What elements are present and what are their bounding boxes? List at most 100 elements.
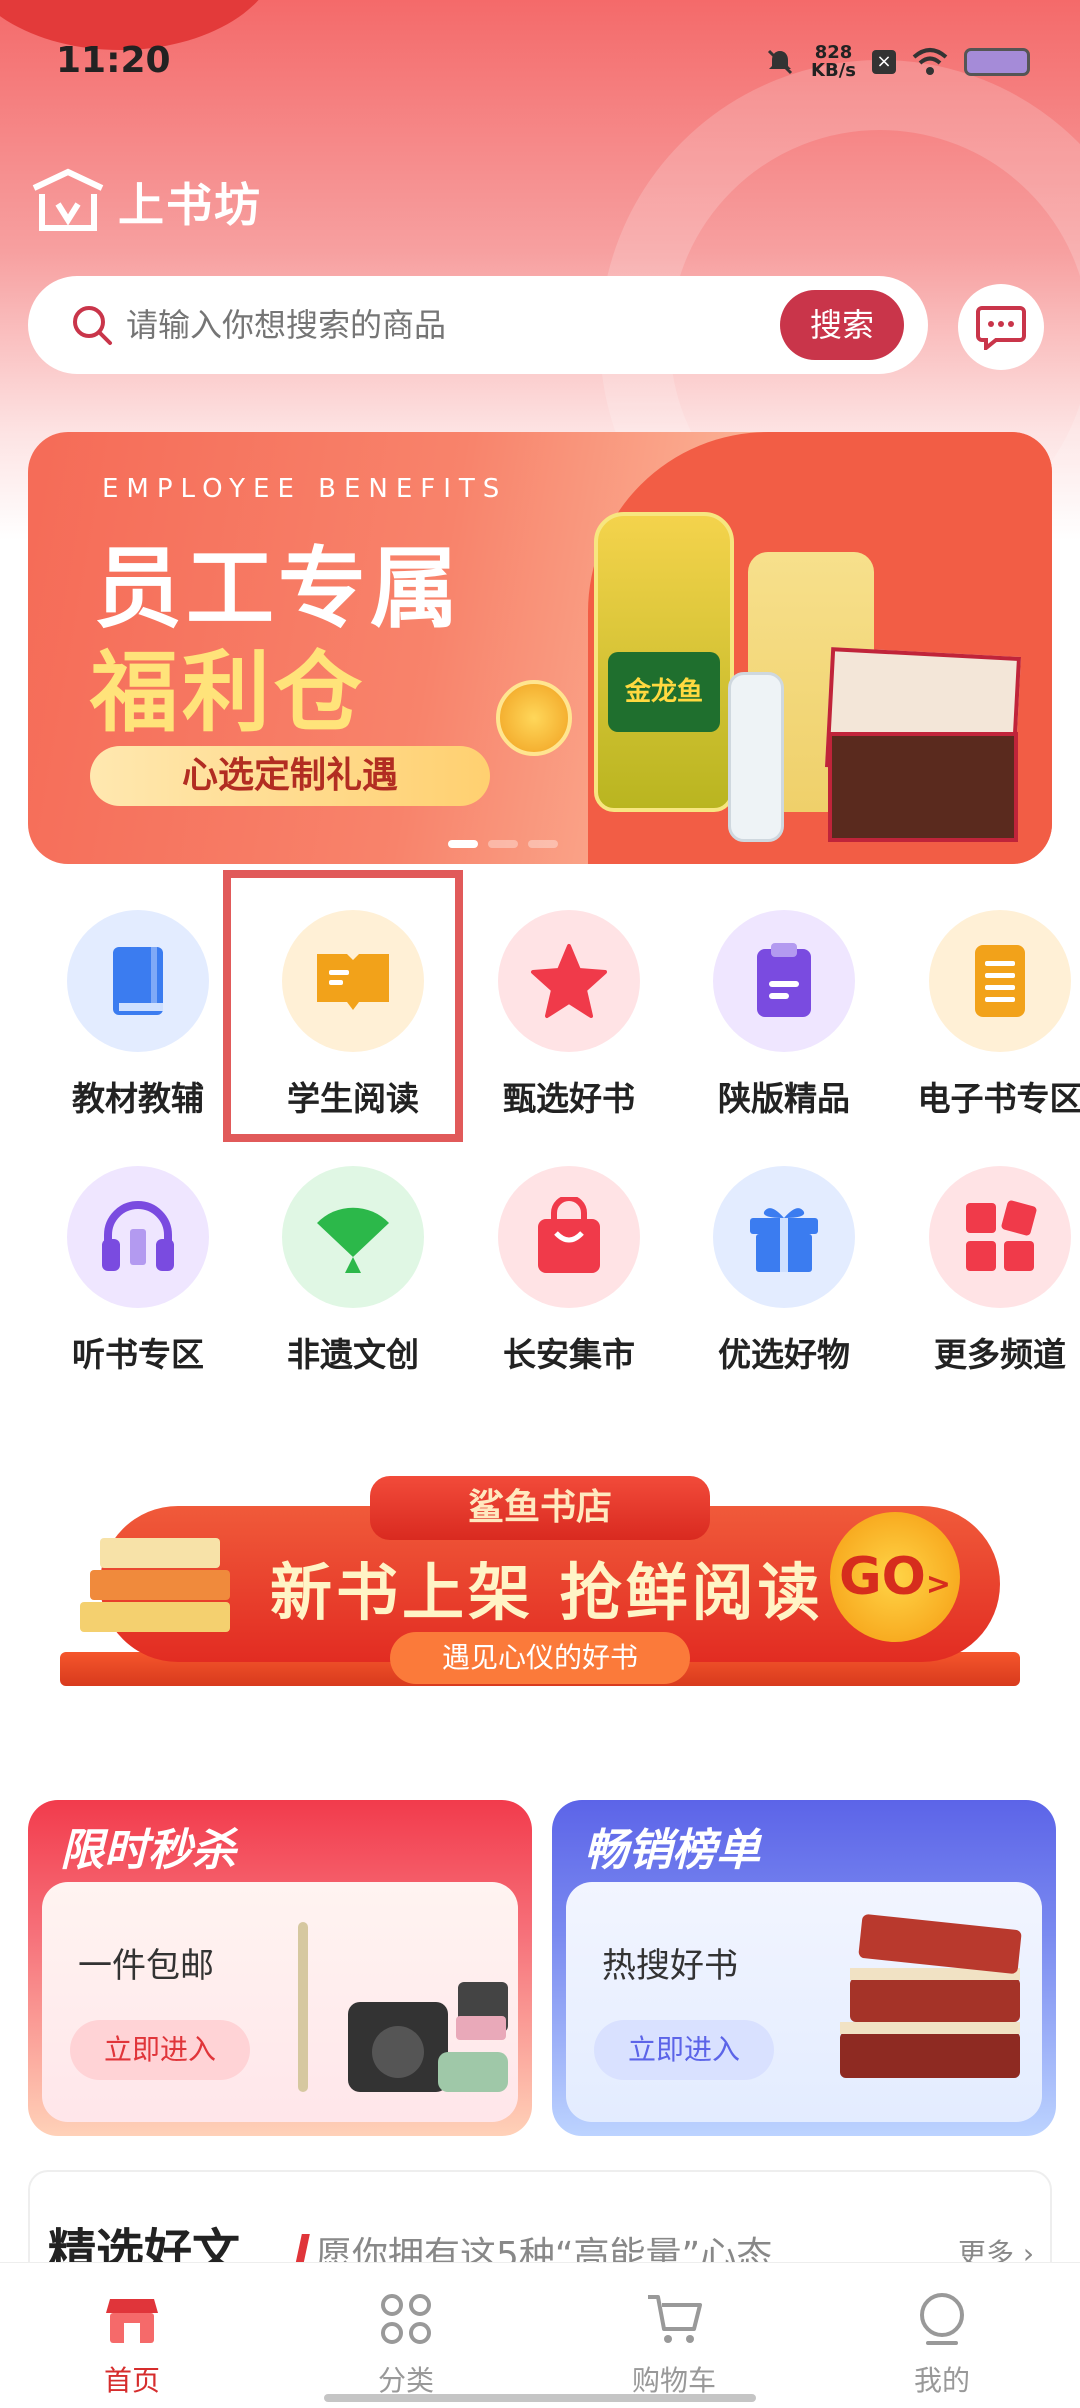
wifi-icon bbox=[912, 48, 948, 75]
promo-title: 畅销榜单 bbox=[584, 1825, 760, 1876]
bottom-tab-bar: 首页 分类 购物车 我的 bbox=[0, 2262, 1080, 2408]
tab-label: 我的 bbox=[913, 2364, 970, 2397]
tab-label: 首页 bbox=[103, 2364, 160, 2397]
promo-inner: 热搜好书 立即进入 bbox=[566, 1882, 1042, 2122]
category-label: 优选好物 bbox=[718, 1335, 850, 1374]
category-label: 长安集市 bbox=[503, 1335, 635, 1374]
category-textbook[interactable]: 教材教辅 bbox=[38, 910, 238, 1120]
home-shop-icon bbox=[106, 2299, 158, 2343]
category-label: 陕版精品 bbox=[718, 1079, 850, 1118]
search-icon bbox=[73, 306, 112, 345]
tab-profile[interactable]: 我的 bbox=[872, 2263, 1012, 2408]
tab-label: 购物车 bbox=[631, 2364, 716, 2397]
book-icon bbox=[113, 947, 163, 1015]
enter-button[interactable]: 立即进入 bbox=[594, 2020, 774, 2080]
network-speed: 828 KB/s bbox=[811, 42, 856, 81]
category-label: 电子书专区 bbox=[917, 1079, 1080, 1118]
category-icon bbox=[381, 2294, 431, 2344]
gadgets-image bbox=[298, 1922, 508, 2092]
category-label: 教材教辅 bbox=[72, 1079, 204, 1118]
category-row: 听书专区 非遗文创 长安集市 优选好物 更多频道 bbox=[0, 1166, 1080, 1386]
bookstore-logo-icon bbox=[32, 168, 104, 231]
search-bar[interactable]: 搜索 bbox=[28, 276, 928, 374]
enter-button[interactable]: 立即进入 bbox=[70, 2020, 250, 2080]
category-icon-bg bbox=[929, 910, 1071, 1052]
book-image bbox=[100, 1538, 220, 1568]
star-icon bbox=[531, 944, 607, 1018]
category-label: 听书专区 bbox=[72, 1335, 204, 1374]
category-icon-bg bbox=[713, 1166, 855, 1308]
go-button[interactable]: GO> bbox=[830, 1512, 960, 1642]
category-selected-goods[interactable]: 优选好物 bbox=[684, 1166, 884, 1376]
status-icons: 828 KB/s × bbox=[765, 44, 1030, 80]
promo-inner: 一件包邮 立即进入 bbox=[42, 1882, 518, 2122]
category-icon-bg bbox=[713, 910, 855, 1052]
category-label: 甄选好书 bbox=[503, 1079, 635, 1118]
category-changan-market[interactable]: 长安集市 bbox=[469, 1166, 669, 1376]
banner-pagination bbox=[448, 840, 558, 848]
category-label: 更多频道 bbox=[934, 1335, 1066, 1374]
cart-icon bbox=[648, 2295, 702, 2343]
shark-subtitle: 遇见心仪的好书 bbox=[390, 1632, 690, 1684]
shark-bookstore-banner[interactable]: 鲨鱼书店 新书上架 抢鲜阅读 遇见心仪的好书 GO> bbox=[60, 1462, 1020, 1730]
banner-title-line2: 福利仓 bbox=[90, 641, 367, 744]
profile-icon bbox=[920, 2293, 964, 2345]
category-icon-bg bbox=[498, 910, 640, 1052]
ebook-icon bbox=[975, 945, 1025, 1017]
shark-tag: 鲨鱼书店 bbox=[370, 1476, 710, 1540]
oil-brand-label: 金龙鱼 bbox=[608, 652, 720, 732]
category-icon-bg bbox=[67, 910, 209, 1052]
notification-x-icon: × bbox=[872, 50, 896, 74]
chevron-right-icon: > bbox=[925, 1567, 952, 1602]
page-dot bbox=[528, 840, 558, 848]
category-icon-bg bbox=[67, 1166, 209, 1308]
wafer-box-dark-image bbox=[828, 732, 1018, 842]
category-curated-books[interactable]: 甄选好书 bbox=[469, 910, 669, 1120]
flash-sale-card[interactable]: 限时秒杀 一件包邮 立即进入 bbox=[28, 1800, 532, 2136]
bestseller-card[interactable]: 畅销榜单 热搜好书 立即进入 bbox=[552, 1800, 1056, 2136]
water-bottle-image bbox=[728, 672, 784, 842]
tab-cart[interactable]: 购物车 bbox=[604, 2263, 744, 2408]
banner-pill: 心选定制礼遇 bbox=[90, 746, 490, 806]
page-dot bbox=[488, 840, 518, 848]
highlight-box bbox=[223, 870, 463, 1142]
tab-category[interactable]: 分类 bbox=[336, 2263, 476, 2408]
promo-title: 限时秒杀 bbox=[60, 1825, 236, 1876]
banner-english-title: EMPLOYEE BENEFITS bbox=[102, 474, 508, 504]
category-ebook-zone[interactable]: 电子书专区 bbox=[900, 910, 1080, 1120]
clipboard-icon bbox=[757, 943, 811, 1017]
headphones-icon bbox=[102, 1201, 174, 1271]
status-time: 11:20 bbox=[56, 40, 171, 81]
books-image bbox=[840, 1914, 1022, 2078]
mute-bell-icon bbox=[767, 49, 793, 75]
search-input[interactable] bbox=[126, 300, 766, 350]
category-label: 非遗文创 bbox=[287, 1335, 419, 1374]
tab-label: 分类 bbox=[377, 2364, 434, 2397]
tab-home[interactable]: 首页 bbox=[62, 2263, 202, 2408]
employee-benefits-banner[interactable]: EMPLOYEE BENEFITS 员工专属 福利仓 心选定制礼遇 金龙鱼 bbox=[28, 432, 1052, 864]
gift-icon bbox=[750, 1208, 818, 1272]
message-button[interactable] bbox=[958, 284, 1044, 370]
category-icon-bg bbox=[929, 1166, 1071, 1308]
app-logo: 上书坊 bbox=[28, 168, 262, 236]
grid-more-icon bbox=[966, 1200, 1037, 1271]
category-more-channels[interactable]: 更多频道 bbox=[900, 1166, 1080, 1376]
status-bar: 11:20 828 KB/s × bbox=[0, 0, 1080, 120]
books-stack-image bbox=[70, 1522, 240, 1642]
battery-icon bbox=[964, 48, 1030, 76]
category-icon-bg bbox=[498, 1166, 640, 1308]
category-heritage-crafts[interactable]: 非遗文创 bbox=[253, 1166, 453, 1376]
book-image bbox=[90, 1570, 230, 1600]
home-indicator bbox=[324, 2394, 756, 2402]
search-button[interactable]: 搜索 bbox=[780, 290, 904, 360]
category-row: 教材教辅 学生阅读 甄选好书 陕版精品 电子书专区 bbox=[0, 910, 1080, 1130]
book-image bbox=[80, 1602, 230, 1632]
coin-icon bbox=[496, 680, 572, 756]
category-shaanxi-press[interactable]: 陕版精品 bbox=[684, 910, 884, 1120]
category-icon-bg bbox=[282, 1166, 424, 1308]
shopping-bag-icon bbox=[538, 1197, 600, 1273]
fan-icon bbox=[317, 1207, 389, 1273]
category-audiobook-zone[interactable]: 听书专区 bbox=[38, 1166, 238, 1376]
shark-title: 新书上架 抢鲜阅读 bbox=[270, 1556, 824, 1629]
promo-subtitle: 热搜好书 bbox=[602, 1946, 738, 1986]
